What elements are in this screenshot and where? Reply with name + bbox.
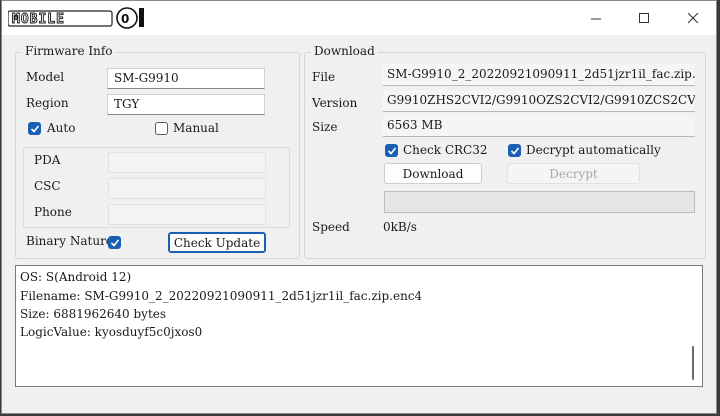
size-label: Size	[312, 120, 338, 134]
download-title: Download	[311, 44, 378, 58]
region-input[interactable]: TGY	[107, 94, 265, 115]
speed-label: Speed	[312, 220, 350, 234]
log-scrollbar-thumb[interactable]	[692, 346, 694, 380]
auto-checkbox[interactable]	[28, 122, 41, 135]
log-output[interactable]: OS: S(Android 12) Filename: SM-G9910_2_2…	[15, 265, 703, 387]
region-label: Region	[26, 96, 69, 110]
app-window: MOBILE 0 Firmware Info Model SM-G9910 Re…	[1, 0, 717, 414]
minimize-icon	[590, 18, 601, 19]
checkmark-icon	[110, 239, 120, 247]
check-crc32-checkbox[interactable]	[385, 144, 398, 157]
file-label: File	[312, 70, 336, 84]
log-line: Size: 6881962640 bytes	[20, 307, 167, 321]
auto-label: Auto	[47, 121, 76, 135]
pda-input[interactable]	[108, 152, 266, 173]
size-value: 6563 MB	[383, 115, 695, 137]
svg-text:0: 0	[121, 12, 129, 26]
checkmark-icon	[30, 125, 40, 133]
phone-label: Phone	[34, 205, 72, 219]
close-button[interactable]	[669, 1, 716, 35]
download-progress-bar	[384, 191, 695, 213]
speed-value: 0kB/s	[383, 220, 417, 234]
decrypt-automatically-label: Decrypt automatically	[526, 143, 661, 157]
file-value: SM-G9910_2_20220921090911_2d51jzr1il_fac…	[383, 64, 695, 86]
close-icon	[687, 12, 698, 23]
manual-label: Manual	[173, 121, 219, 135]
model-label: Model	[26, 70, 65, 84]
checkmark-icon	[387, 147, 397, 155]
check-update-button[interactable]: Check Update	[168, 232, 266, 253]
version-label: Version	[312, 96, 358, 110]
download-button[interactable]: Download	[384, 163, 482, 184]
csc-label: CSC	[34, 179, 61, 193]
minimize-button[interactable]	[572, 1, 620, 35]
mobile01-logo: MOBILE 0	[8, 7, 144, 29]
title-bar: MOBILE 0	[2, 1, 716, 35]
csc-input[interactable]	[108, 178, 266, 199]
version-value: G9910ZHS2CVI2/G9910OZS2CVI2/G9910ZCS2CVI…	[383, 90, 695, 112]
pda-label: PDA	[34, 153, 61, 167]
binary-nature-label: Binary Nature	[26, 234, 113, 248]
maximize-icon	[638, 12, 649, 23]
log-line: Filename: SM-G9910_2_20220921090911_2d51…	[20, 289, 423, 303]
decrypt-automatically-checkbox[interactable]	[508, 144, 521, 157]
decrypt-button[interactable]: Decrypt	[507, 163, 640, 184]
log-line: OS: S(Android 12)	[20, 270, 132, 284]
check-crc32-label: Check CRC32	[403, 143, 488, 157]
manual-checkbox[interactable]	[155, 122, 168, 135]
phone-input[interactable]	[108, 204, 266, 225]
log-line: LogicValue: kyosduyf5c0jxos0	[20, 325, 203, 339]
checkmark-icon	[510, 147, 520, 155]
svg-text:MOBILE: MOBILE	[12, 12, 65, 27]
maximize-button[interactable]	[620, 1, 668, 35]
model-input[interactable]: SM-G9910	[107, 68, 265, 89]
firmware-info-title: Firmware Info	[22, 44, 116, 58]
binary-nature-checkbox[interactable]	[108, 236, 121, 249]
